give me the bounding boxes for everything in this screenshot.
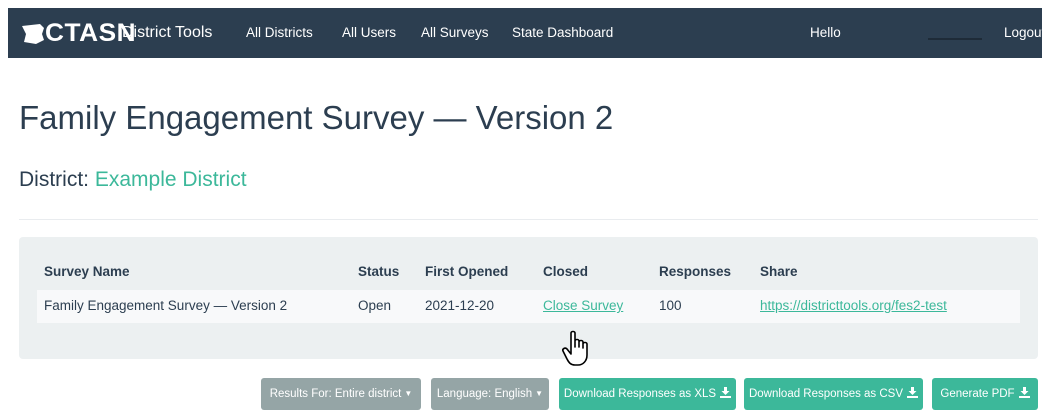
cell-survey-name: Family Engagement Survey — Version 2: [44, 298, 288, 313]
download-csv-label: Download Responses as CSV: [748, 388, 904, 400]
page-title: Family Engagement Survey — Version 2: [19, 99, 614, 136]
nav-all-surveys[interactable]: All Surveys: [421, 8, 489, 58]
caret-down-icon: ▼: [404, 389, 413, 398]
column-header-status: Status: [358, 264, 400, 279]
column-header-first-opened: First Opened: [425, 264, 509, 279]
download-xls-label: Download Responses as XLS: [563, 388, 717, 400]
cell-share: https://districttools.org/fes2-test: [760, 297, 947, 315]
language-dropdown[interactable]: Language: English ▼: [431, 378, 549, 410]
district-link[interactable]: Example District: [95, 168, 247, 191]
generate-pdf-button[interactable]: Generate PDF: [932, 378, 1038, 410]
caret-down-icon: ▼: [535, 389, 544, 398]
cell-responses: 100: [659, 298, 682, 313]
results-for-dropdown[interactable]: Results For: Entire district ▼: [261, 378, 421, 410]
language-label: Language: English: [436, 388, 533, 400]
download-icon: [1018, 387, 1030, 398]
top-navbar: CTASN District Tools All Districts All U…: [8, 8, 1042, 58]
download-icon: [907, 387, 919, 398]
download-icon: [720, 387, 732, 398]
close-survey-link[interactable]: Close Survey: [543, 298, 623, 313]
redacted-username: [928, 38, 982, 40]
column-header-closed: Closed: [543, 264, 589, 279]
nav-all-users[interactable]: All Users: [342, 8, 396, 58]
hand-pointer-cursor-icon: [562, 330, 588, 366]
cell-status: Open: [358, 298, 392, 313]
ct-state-logo-icon[interactable]: [20, 18, 46, 48]
results-for-label: Results For: Entire district: [269, 388, 402, 400]
download-csv-button[interactable]: Download Responses as CSV: [744, 378, 923, 410]
district-label: District:: [19, 168, 89, 191]
nav-state-dashboard[interactable]: State Dashboard: [512, 8, 613, 58]
download-xls-button[interactable]: Download Responses as XLS: [559, 378, 736, 410]
app-title[interactable]: District Tools: [122, 8, 212, 58]
cell-first-opened: 2021-12-20: [425, 298, 495, 313]
column-header-share: Share: [760, 264, 798, 279]
share-url-link[interactable]: https://districttools.org/fes2-test: [760, 298, 947, 313]
district-heading: District: Example District: [19, 166, 247, 194]
column-header-responses: Responses: [659, 264, 732, 279]
nav-all-districts[interactable]: All Districts: [246, 8, 313, 58]
column-header-survey-name: Survey Name: [44, 264, 130, 279]
cell-closed: Close Survey: [543, 297, 623, 315]
logout-link[interactable]: Logout: [1004, 8, 1042, 58]
generate-pdf-label: Generate PDF: [940, 388, 1015, 400]
user-greeting: Hello: [810, 25, 841, 40]
section-divider: [19, 219, 1038, 220]
